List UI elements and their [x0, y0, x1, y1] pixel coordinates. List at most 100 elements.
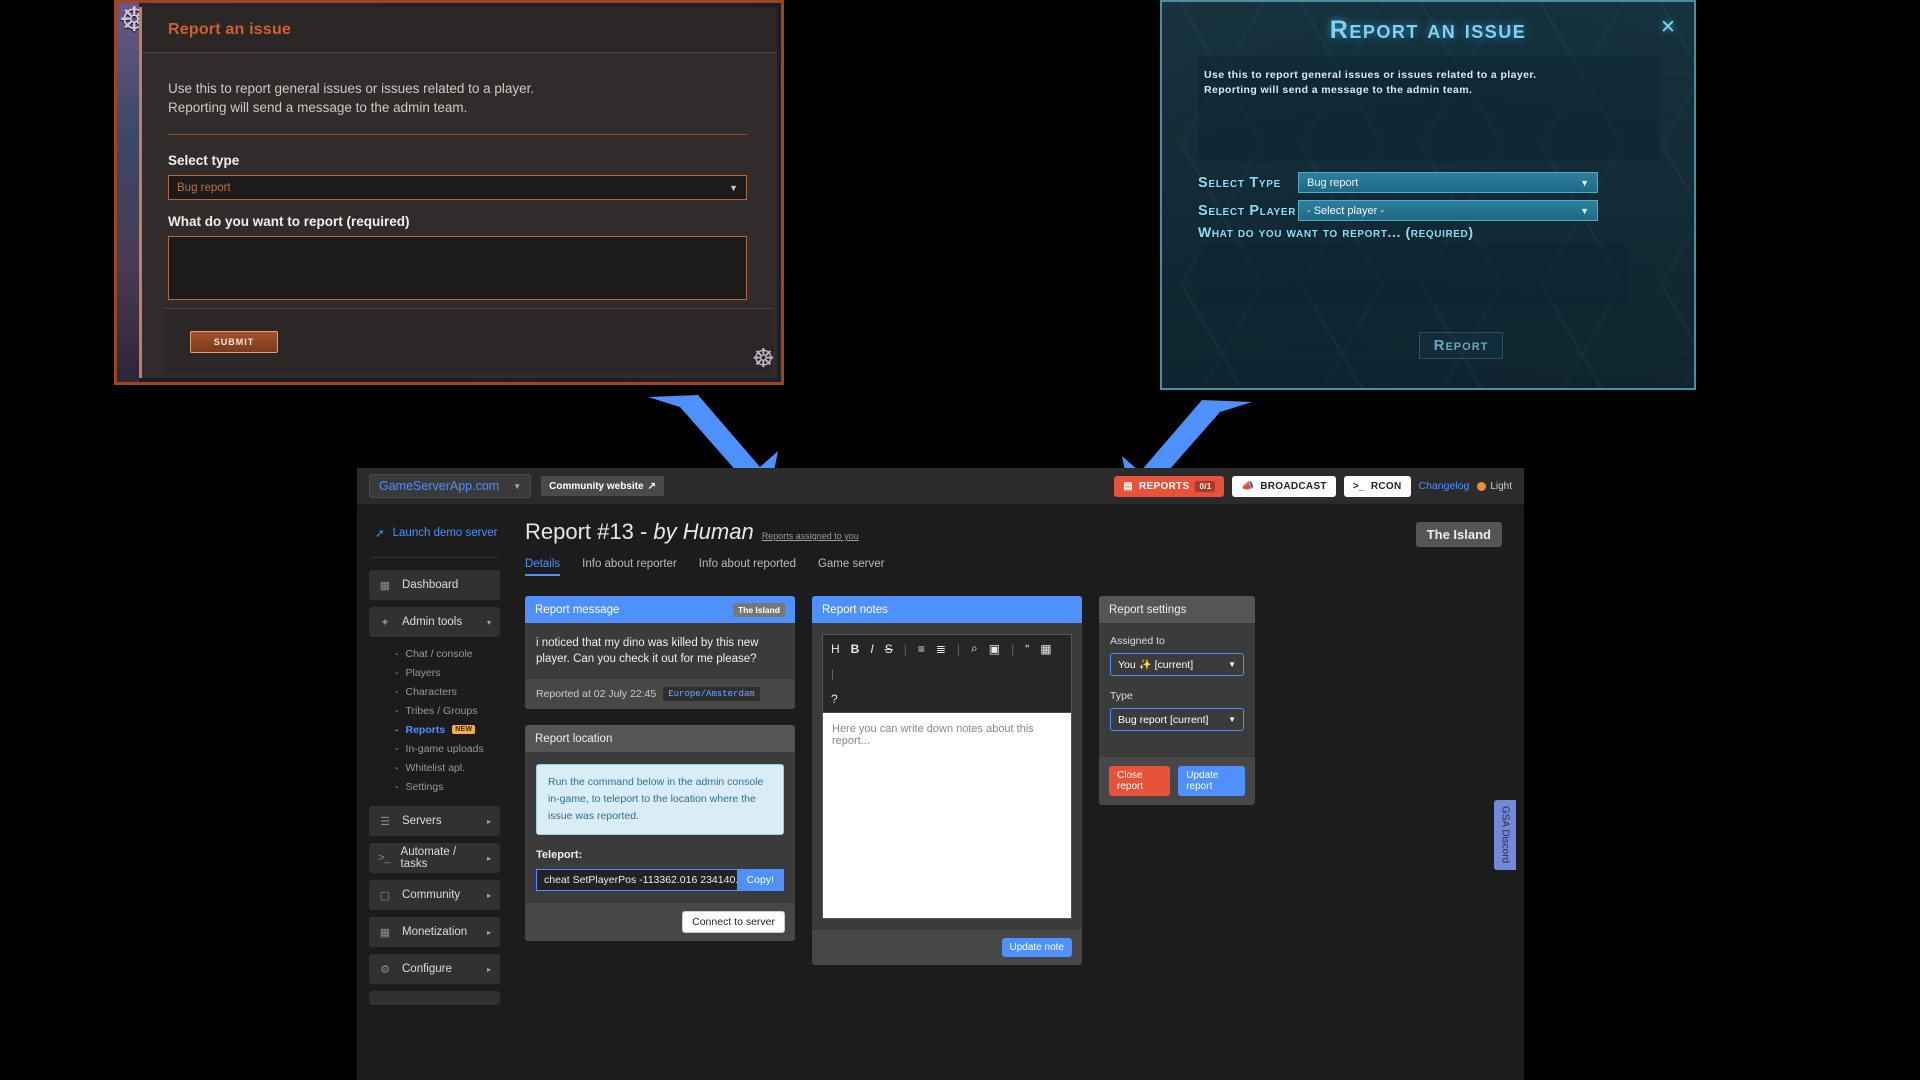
teleport-row: cheat SetPlayerPos -113362.016 234140.54…	[536, 869, 784, 891]
conan-select-type[interactable]: Bug report ▼	[168, 175, 747, 200]
column-right: Report settings Assigned to You ✨ [curre…	[1099, 596, 1255, 821]
notes-editor: H B I S | ≡ ≣ | ⌕ ▣ | “ ▦ | ? Here you c…	[822, 634, 1072, 919]
light-mode-toggle[interactable]: Light	[1477, 481, 1512, 492]
ark-dialog-title: Report an issue	[1329, 16, 1527, 44]
conan-dialog-footer: SUBMIT	[164, 308, 773, 374]
chevron-down-icon: ▼	[1228, 660, 1236, 669]
sidebar-item-monetization[interactable]: ▦ Monetization ▸	[369, 917, 500, 947]
strikethrough-icon[interactable]: S	[885, 642, 893, 656]
page-title: Report #13 - by Human	[525, 519, 754, 545]
tab-details[interactable]: Details	[525, 558, 561, 576]
dash-icon: -	[395, 704, 399, 717]
report-settings-title: Report settings	[1109, 603, 1187, 616]
toolbar-divider: |	[831, 667, 835, 681]
report-message-footer: Reported at 02 July 22:45 Europe/Amsterd…	[525, 679, 795, 709]
italic-icon[interactable]: I	[870, 642, 873, 656]
conan-report-textarea[interactable]	[168, 236, 747, 300]
sidebar-item-chat-console[interactable]: - Chat / console	[369, 644, 500, 663]
reports-label: REPORTS	[1139, 480, 1190, 492]
chevron-right-icon: ▸	[486, 816, 491, 826]
ark-select-player-value: - Select player -	[1307, 204, 1385, 217]
sidebar-item-players[interactable]: - Players	[369, 663, 500, 682]
rcon-button[interactable]: >_ RCON	[1343, 475, 1411, 497]
ark-report-textarea[interactable]	[1198, 244, 1628, 306]
type-select[interactable]: Bug report [current] ▼	[1110, 708, 1244, 731]
copy-button[interactable]: Copy!	[736, 869, 784, 891]
teleport-command-input[interactable]: cheat SetPlayerPos -113362.016 234140.54…	[536, 869, 737, 891]
tab-bar: Details Info about reporter Info about r…	[525, 558, 1502, 576]
ark-report-dialog: Report an issue ✕ Use this to report gen…	[1160, 0, 1696, 390]
server-icon: ☰	[380, 815, 390, 828]
chevron-down-icon: ▼	[513, 481, 522, 491]
close-icon[interactable]: ✕	[1659, 18, 1677, 37]
sidebar-item-label: Automate / tasks	[400, 846, 457, 870]
sidebar-item-reports[interactable]: - Reports NEW	[369, 720, 500, 739]
chart-icon: ▦	[379, 579, 391, 592]
update-report-button[interactable]: Update report	[1178, 766, 1245, 796]
image-icon[interactable]: ▣	[989, 642, 1000, 656]
help-icon[interactable]: ?	[831, 692, 1063, 706]
ark-description-line1: Use this to report general issues or iss…	[1204, 69, 1537, 81]
sidebar-item-characters[interactable]: - Characters	[369, 682, 500, 701]
dash-icon: -	[395, 723, 399, 736]
sidebar-item-admin-tools[interactable]: ✦ Admin tools ▾	[369, 607, 500, 637]
reports-assigned-link[interactable]: Reports assigned to you	[762, 531, 859, 541]
conan-description-line2: Reporting will send a message to the adm…	[168, 100, 468, 115]
update-note-button[interactable]: Update note	[1001, 938, 1072, 957]
community-website-button[interactable]: Community website ↗	[541, 476, 664, 496]
close-report-button[interactable]: Close report	[1109, 766, 1171, 796]
ornament-corner-icon: ☸	[751, 343, 775, 373]
sidebar-item-settings[interactable]: - Settings	[369, 777, 500, 796]
reports-count-badge: 0/1	[1195, 480, 1216, 492]
assigned-to-select[interactable]: You ✨ [current] ▼	[1110, 653, 1244, 676]
sidebar-item-configure[interactable]: ⚙ Configure ▸	[369, 954, 500, 984]
terminal-icon: >_	[1352, 480, 1365, 492]
report-settings-card: Report settings Assigned to You ✨ [curre…	[1099, 596, 1255, 805]
sidebar-item-community[interactable]: ▢ Community ▸	[369, 880, 500, 910]
sidebar-item-tribes-groups[interactable]: - Tribes / Groups	[369, 701, 500, 720]
conan-select-type-value: Bug report	[177, 181, 231, 194]
launch-demo-server-link[interactable]: ➚ Launch demo server	[369, 521, 500, 545]
page-header: Report #13 - by Human Reports assigned t…	[525, 519, 1502, 547]
rcon-label: RCON	[1370, 480, 1402, 492]
changelog-link[interactable]: Changelog	[1419, 480, 1470, 492]
sidebar-item-label: Community	[402, 889, 461, 901]
tab-game-server[interactable]: Game server	[818, 558, 884, 576]
conan-textarea-label: What do you want to report (required)	[168, 214, 410, 229]
heading-icon[interactable]: H	[831, 642, 840, 656]
sidebar-item-dashboard[interactable]: ▦ Dashboard	[369, 570, 500, 600]
ark-report-button[interactable]: Report	[1419, 332, 1503, 359]
report-location-body: Run the command below in the admin conso…	[525, 752, 795, 903]
quote-icon[interactable]: “	[1025, 642, 1029, 656]
ark-select-type-row: Select Type Bug report ▼	[1198, 172, 1598, 193]
ark-select-type[interactable]: Bug report ▼	[1298, 172, 1598, 193]
sidebar-subitems: - Chat / console - Players - Characters - Tr…	[369, 644, 500, 796]
connect-to-server-button[interactable]: Connect to server	[682, 911, 785, 933]
reported-at-text: Reported at 02 July 22:45	[536, 688, 657, 700]
report-notes-header: Report notes	[812, 596, 1082, 623]
conan-submit-button[interactable]: SUBMIT	[190, 330, 278, 353]
tab-info-about-reported[interactable]: Info about reported	[699, 558, 796, 576]
dash-icon: -	[395, 685, 399, 698]
link-icon[interactable]: ⌕	[971, 641, 978, 656]
sidebar-item-whitelist-apl[interactable]: - Whitelist apl.	[369, 758, 500, 777]
brand-dropdown[interactable]: GameServerApp.com ▼	[369, 474, 532, 498]
notes-textarea[interactable]: Here you can write down notes about this…	[823, 713, 1071, 918]
tab-info-about-reporter[interactable]: Info about reporter	[582, 558, 677, 576]
broadcast-button[interactable]: 📣 BROADCAST	[1232, 475, 1336, 497]
chevron-right-icon: ▸	[486, 927, 491, 937]
ark-select-player[interactable]: - Select player - ▼	[1298, 200, 1598, 221]
numbered-list-icon[interactable]: ≣	[936, 642, 946, 656]
report-message-header: Report message The Island	[525, 596, 795, 623]
sidebar-item-servers[interactable]: ☰ Servers ▸	[369, 806, 500, 836]
ark-select-type-value: Bug report	[1307, 176, 1359, 189]
table-icon[interactable]: ▦	[1040, 642, 1051, 656]
sidebar-item-extra[interactable]	[369, 991, 500, 1005]
bold-icon[interactable]: B	[851, 642, 860, 656]
sidebar-item-automate-tasks[interactable]: >_ Automate / tasks ▸	[369, 843, 500, 873]
reports-button[interactable]: ▤ REPORTS 0/1	[1114, 475, 1225, 497]
gsa-discord-tab[interactable]: GSA Discord	[1494, 800, 1516, 870]
bullet-list-icon[interactable]: ≡	[918, 642, 925, 656]
assigned-to-label: Assigned to	[1110, 635, 1165, 647]
sidebar-item-ingame-uploads[interactable]: - In-game uploads	[369, 739, 500, 758]
